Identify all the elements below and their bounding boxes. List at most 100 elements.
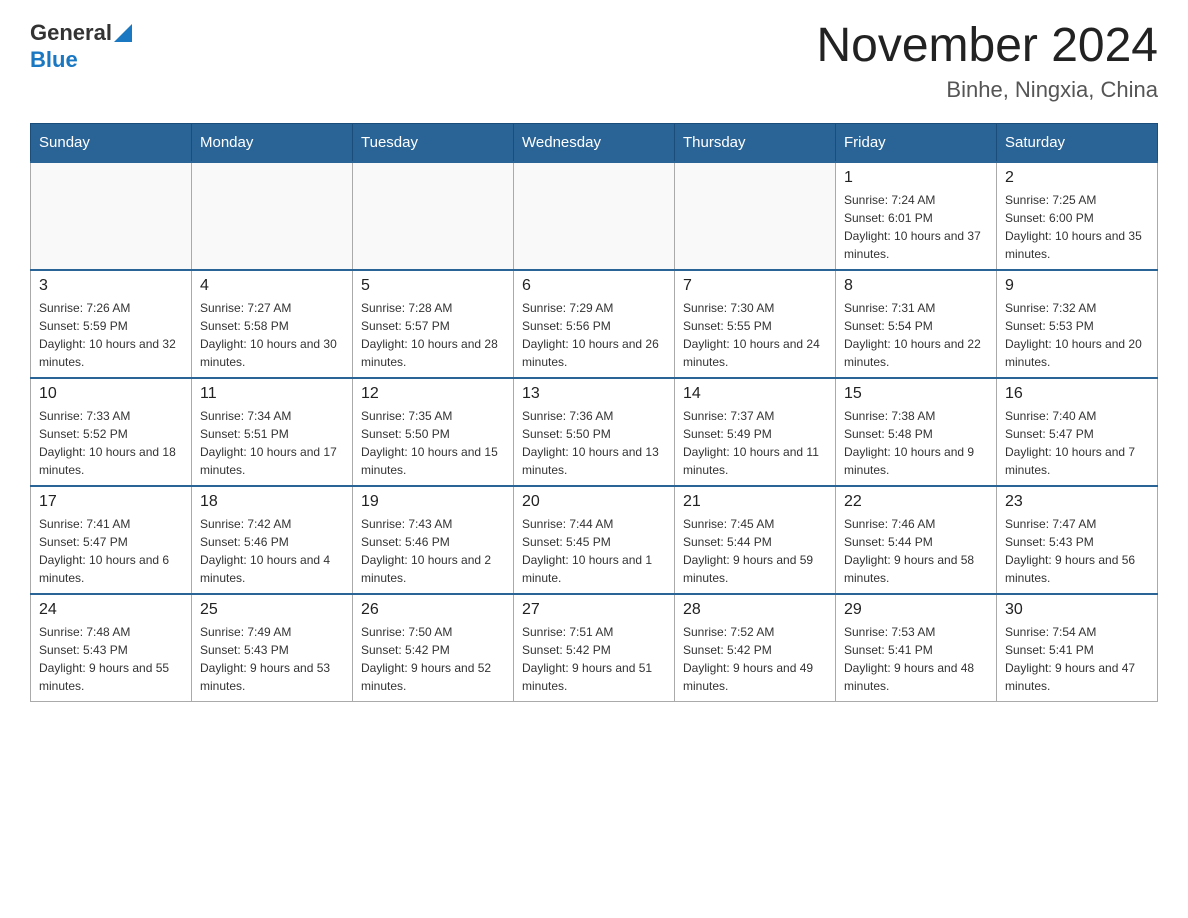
- day-info: Sunrise: 7:41 AM Sunset: 5:47 PM Dayligh…: [39, 515, 183, 587]
- calendar-cell: [353, 162, 514, 270]
- day-number: 29: [844, 601, 988, 619]
- day-info: Sunrise: 7:47 AM Sunset: 5:43 PM Dayligh…: [1005, 515, 1149, 587]
- day-info: Sunrise: 7:46 AM Sunset: 5:44 PM Dayligh…: [844, 515, 988, 587]
- title-area: November 2024 Binhe, Ningxia, China: [816, 20, 1158, 103]
- calendar-cell: 3 Sunrise: 7:26 AM Sunset: 5:59 PM Daylig…: [31, 270, 192, 378]
- calendar-cell: 12Sunrise: 7:35 AM Sunset: 5:50 PM Dayli…: [353, 378, 514, 486]
- day-number: 16: [1005, 385, 1149, 403]
- week-row-4: 17Sunrise: 7:41 AM Sunset: 5:47 PM Dayli…: [31, 486, 1158, 594]
- day-number: 23: [1005, 493, 1149, 511]
- day-number: 5: [361, 277, 505, 295]
- day-number: 20: [522, 493, 666, 511]
- day-info: Sunrise: 7:54 AM Sunset: 5:41 PM Dayligh…: [1005, 623, 1149, 695]
- calendar-cell: 13Sunrise: 7:36 AM Sunset: 5:50 PM Dayli…: [514, 378, 675, 486]
- calendar-cell: 6Sunrise: 7:29 AM Sunset: 5:56 PM Daylig…: [514, 270, 675, 378]
- day-number: 6: [522, 277, 666, 295]
- day-info: Sunrise: 7:42 AM Sunset: 5:46 PM Dayligh…: [200, 515, 344, 587]
- day-number: 8: [844, 277, 988, 295]
- day-number: 22: [844, 493, 988, 511]
- logo-text-blue: Blue: [30, 47, 78, 72]
- location-title: Binhe, Ningxia, China: [816, 77, 1158, 103]
- calendar-cell: 19 Sunrise: 7:43 AM Sunset: 5:46 PM Dayli…: [353, 486, 514, 594]
- calendar-cell: [31, 162, 192, 270]
- calendar-cell: 26 Sunrise: 7:50 AM Sunset: 5:42 PM Dayli…: [353, 594, 514, 702]
- col-monday: Monday: [192, 123, 353, 162]
- day-info: Sunrise: 7:45 AM Sunset: 5:44 PM Dayligh…: [683, 515, 827, 587]
- day-number: 9: [1005, 277, 1149, 295]
- calendar-cell: 28Sunrise: 7:52 AM Sunset: 5:42 PM Dayli…: [675, 594, 836, 702]
- day-info: Sunrise: 7:24 AM Sunset: 6:01 PM Dayligh…: [844, 191, 988, 263]
- calendar-cell: 22 Sunrise: 7:46 AM Sunset: 5:44 PM Dayli…: [836, 486, 997, 594]
- calendar-cell: 29Sunrise: 7:53 AM Sunset: 5:41 PM Dayli…: [836, 594, 997, 702]
- day-info: Sunrise: 7:44 AM Sunset: 5:45 PM Dayligh…: [522, 515, 666, 587]
- calendar-cell: 15 Sunrise: 7:38 AM Sunset: 5:48 PM Dayli…: [836, 378, 997, 486]
- calendar-cell: 8 Sunrise: 7:31 AM Sunset: 5:54 PM Daylig…: [836, 270, 997, 378]
- calendar-cell: 23 Sunrise: 7:47 AM Sunset: 5:43 PM Dayli…: [997, 486, 1158, 594]
- calendar-cell: 9Sunrise: 7:32 AM Sunset: 5:53 PM Daylig…: [997, 270, 1158, 378]
- col-saturday: Saturday: [997, 123, 1158, 162]
- day-info: Sunrise: 7:40 AM Sunset: 5:47 PM Dayligh…: [1005, 407, 1149, 479]
- day-number: 4: [200, 277, 344, 295]
- day-number: 14: [683, 385, 827, 403]
- day-number: 1: [844, 169, 988, 187]
- day-info: Sunrise: 7:38 AM Sunset: 5:48 PM Dayligh…: [844, 407, 988, 479]
- calendar-cell: [675, 162, 836, 270]
- day-info: Sunrise: 7:51 AM Sunset: 5:42 PM Dayligh…: [522, 623, 666, 695]
- day-number: 25: [200, 601, 344, 619]
- day-number: 30: [1005, 601, 1149, 619]
- logo: General Blue: [30, 20, 132, 73]
- day-number: 3: [39, 277, 183, 295]
- day-info: Sunrise: 7:28 AM Sunset: 5:57 PM Dayligh…: [361, 299, 505, 371]
- month-title: November 2024: [816, 20, 1158, 73]
- calendar-cell: 30 Sunrise: 7:54 AM Sunset: 5:41 PM Dayli…: [997, 594, 1158, 702]
- calendar-cell: [514, 162, 675, 270]
- day-number: 18: [200, 493, 344, 511]
- page-header: General Blue November 2024 Binhe, Ningxi…: [30, 20, 1158, 103]
- calendar-cell: [192, 162, 353, 270]
- day-number: 19: [361, 493, 505, 511]
- day-number: 21: [683, 493, 827, 511]
- calendar-header-row: Sunday Monday Tuesday Wednesday Thursday…: [31, 123, 1158, 162]
- day-info: Sunrise: 7:48 AM Sunset: 5:43 PM Dayligh…: [39, 623, 183, 695]
- calendar-cell: 27 Sunrise: 7:51 AM Sunset: 5:42 PM Dayli…: [514, 594, 675, 702]
- calendar-cell: 1 Sunrise: 7:24 AM Sunset: 6:01 PM Daylig…: [836, 162, 997, 270]
- day-number: 11: [200, 385, 344, 403]
- day-info: Sunrise: 7:50 AM Sunset: 5:42 PM Dayligh…: [361, 623, 505, 695]
- day-info: Sunrise: 7:25 AM Sunset: 6:00 PM Dayligh…: [1005, 191, 1149, 263]
- week-row-5: 24 Sunrise: 7:48 AM Sunset: 5:43 PM Dayli…: [31, 594, 1158, 702]
- day-number: 7: [683, 277, 827, 295]
- day-info: Sunrise: 7:27 AM Sunset: 5:58 PM Dayligh…: [200, 299, 344, 371]
- day-number: 24: [39, 601, 183, 619]
- day-number: 26: [361, 601, 505, 619]
- calendar-cell: 17Sunrise: 7:41 AM Sunset: 5:47 PM Dayli…: [31, 486, 192, 594]
- calendar-cell: 16 Sunrise: 7:40 AM Sunset: 5:47 PM Dayli…: [997, 378, 1158, 486]
- day-info: Sunrise: 7:34 AM Sunset: 5:51 PM Dayligh…: [200, 407, 344, 479]
- day-info: Sunrise: 7:43 AM Sunset: 5:46 PM Dayligh…: [361, 515, 505, 587]
- col-thursday: Thursday: [675, 123, 836, 162]
- day-number: 10: [39, 385, 183, 403]
- logo-icon: [114, 24, 132, 47]
- day-number: 27: [522, 601, 666, 619]
- calendar-cell: 20 Sunrise: 7:44 AM Sunset: 5:45 PM Dayli…: [514, 486, 675, 594]
- day-info: Sunrise: 7:49 AM Sunset: 5:43 PM Dayligh…: [200, 623, 344, 695]
- col-tuesday: Tuesday: [353, 123, 514, 162]
- day-number: 15: [844, 385, 988, 403]
- col-sunday: Sunday: [31, 123, 192, 162]
- calendar-cell: 2 Sunrise: 7:25 AM Sunset: 6:00 PM Daylig…: [997, 162, 1158, 270]
- day-number: 2: [1005, 169, 1149, 187]
- calendar-cell: 7 Sunrise: 7:30 AM Sunset: 5:55 PM Daylig…: [675, 270, 836, 378]
- week-row-3: 10 Sunrise: 7:33 AM Sunset: 5:52 PM Dayli…: [31, 378, 1158, 486]
- day-number: 12: [361, 385, 505, 403]
- day-info: Sunrise: 7:31 AM Sunset: 5:54 PM Dayligh…: [844, 299, 988, 371]
- day-info: Sunrise: 7:37 AM Sunset: 5:49 PM Dayligh…: [683, 407, 827, 479]
- col-wednesday: Wednesday: [514, 123, 675, 162]
- calendar-cell: 21 Sunrise: 7:45 AM Sunset: 5:44 PM Dayli…: [675, 486, 836, 594]
- day-info: Sunrise: 7:33 AM Sunset: 5:52 PM Dayligh…: [39, 407, 183, 479]
- calendar-cell: 5 Sunrise: 7:28 AM Sunset: 5:57 PM Daylig…: [353, 270, 514, 378]
- day-info: Sunrise: 7:30 AM Sunset: 5:55 PM Dayligh…: [683, 299, 827, 371]
- week-row-1: 1 Sunrise: 7:24 AM Sunset: 6:01 PM Daylig…: [31, 162, 1158, 270]
- week-row-2: 3 Sunrise: 7:26 AM Sunset: 5:59 PM Daylig…: [31, 270, 1158, 378]
- calendar-table: Sunday Monday Tuesday Wednesday Thursday…: [30, 123, 1158, 702]
- calendar-cell: 10 Sunrise: 7:33 AM Sunset: 5:52 PM Dayli…: [31, 378, 192, 486]
- day-info: Sunrise: 7:26 AM Sunset: 5:59 PM Dayligh…: [39, 299, 183, 371]
